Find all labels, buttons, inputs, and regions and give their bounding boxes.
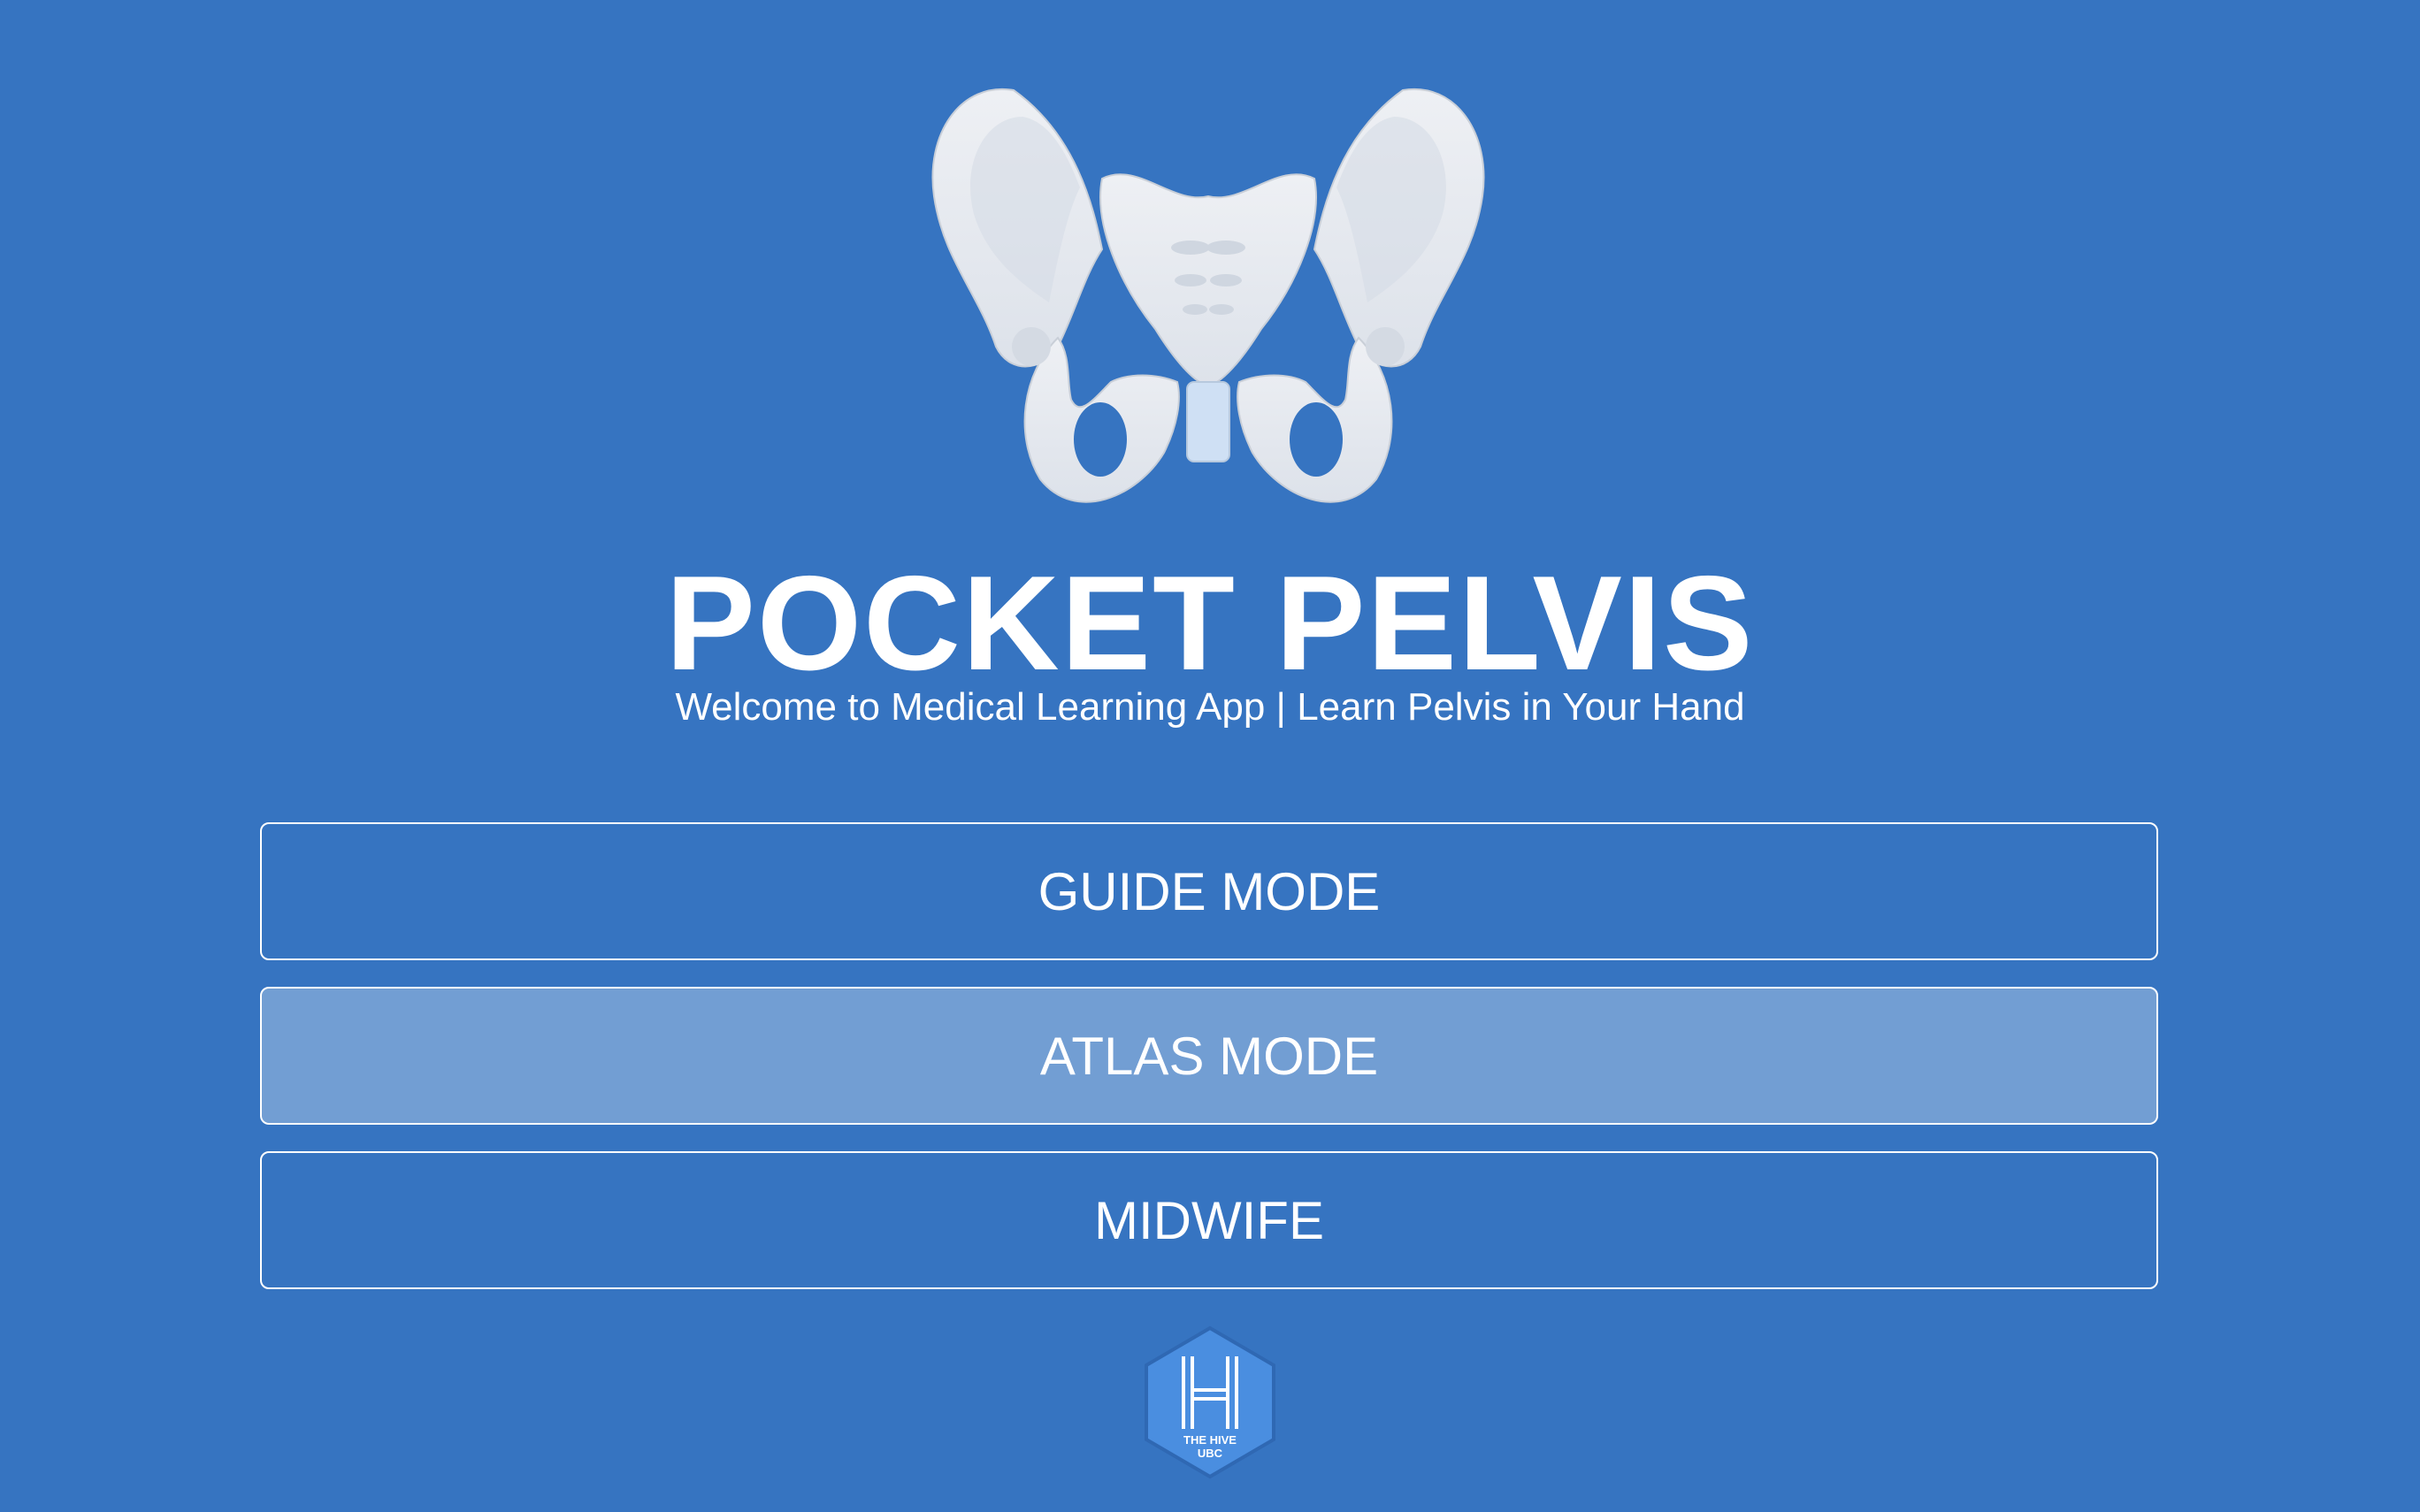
guide-mode-label: GUIDE MODE [1038,861,1381,921]
hive-logo-line2: UBC [1197,1447,1223,1460]
hive-logo: THE HIVE UBC [1141,1325,1279,1480]
midwife-label: MIDWIFE [1094,1190,1324,1250]
guide-mode-button[interactable]: GUIDE MODE [260,822,2158,960]
atlas-mode-button[interactable]: ATLAS MODE [260,987,2158,1125]
app-title: POCKET PELVIS [665,548,1755,699]
midwife-button[interactable]: MIDWIFE [260,1151,2158,1289]
app-subtitle: Welcome to Medical Learning App | Learn … [675,685,1745,729]
hive-logo-line1: THE HIVE [1183,1433,1237,1447]
atlas-mode-label: ATLAS MODE [1039,1026,1379,1086]
pelvis-illustration [931,88,1485,503]
